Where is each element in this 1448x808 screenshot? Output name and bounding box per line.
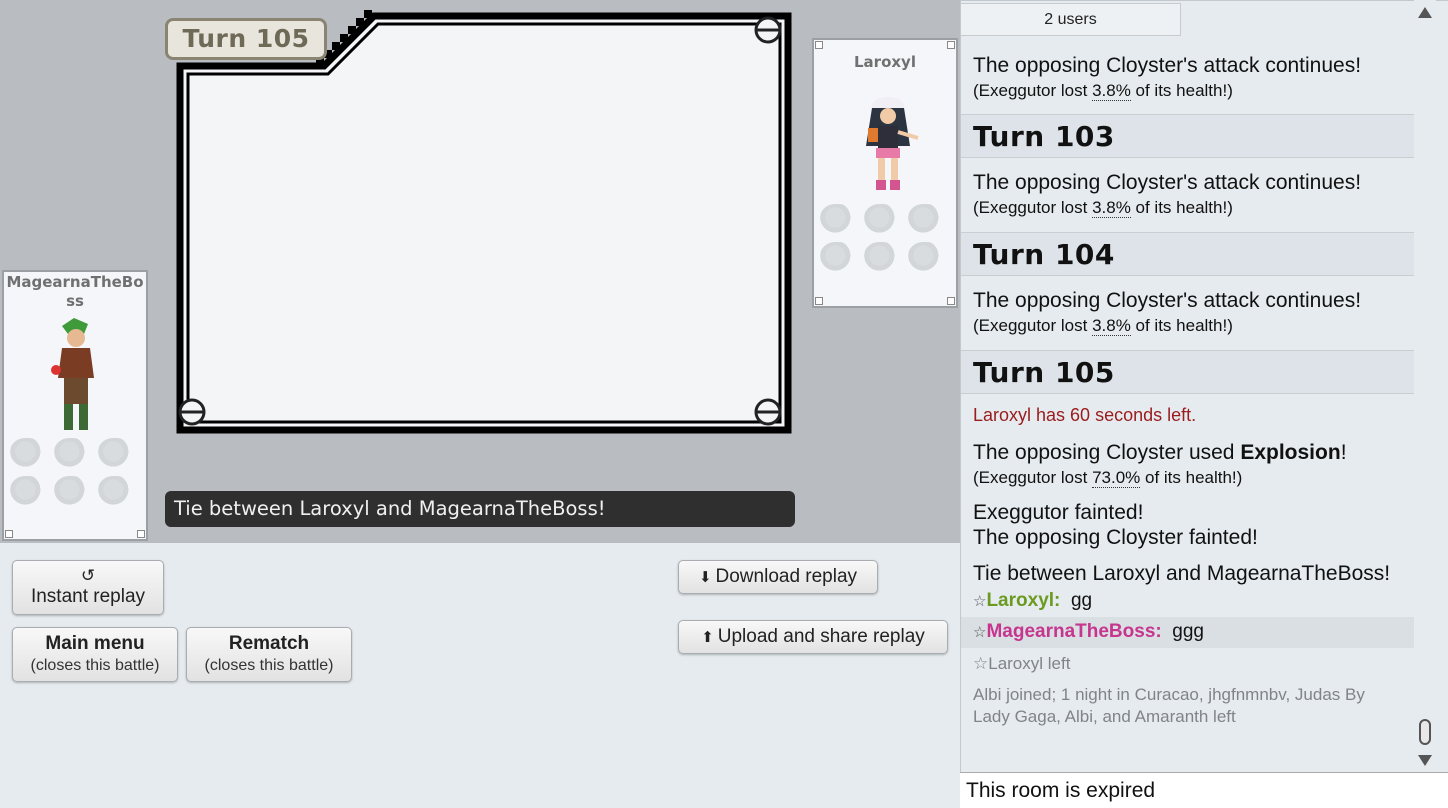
- turn-header: Turn 105: [961, 350, 1415, 394]
- room-expired-notice: This room is expired: [960, 772, 1448, 808]
- upload-replay-button[interactable]: ⬆ Upload and share replay: [678, 620, 948, 654]
- users-tab[interactable]: 2 users: [961, 3, 1181, 36]
- log-entry-result: Tie between Laroxyl and MagearnaTheBoss!: [973, 562, 1391, 585]
- chat-username[interactable]: MagearnaTheBoss:: [986, 621, 1161, 642]
- timer-message: Laroxyl has 60 seconds left.: [973, 405, 1197, 425]
- rematch-label: Rematch: [228, 633, 310, 654]
- instant-replay-label: Instant replay: [30, 586, 146, 607]
- upload-icon: ⬆: [701, 629, 714, 646]
- battle-log-panel[interactable]: 2 users The opposing Cloyster's attack c…: [960, 0, 1448, 772]
- trainer-name-right: Laroxyl: [854, 53, 916, 71]
- leave-notice: ☆Laroxyl left: [973, 654, 1071, 673]
- trainer-card-left[interactable]: MagearnaTheBoss: [2, 270, 148, 541]
- scroll-down-icon[interactable]: [1418, 755, 1432, 766]
- battle-room: Turn 105 MagearnaTheBoss Laroxyl Tie bet…: [0, 0, 1448, 808]
- rematch-note: (closes this battle): [204, 657, 334, 674]
- upload-replay-label: Upload and share replay: [717, 626, 925, 647]
- trainer-sprite-right: [866, 97, 919, 190]
- chat-message: ☆Laroxyl: gg: [973, 590, 1093, 611]
- log-entry: The opposing Cloyster's attack continues…: [973, 289, 1362, 336]
- rematch-button[interactable]: Rematch (closes this battle): [186, 627, 352, 682]
- instant-replay-button[interactable]: ↺ Instant replay: [12, 560, 164, 615]
- undo-icon: ↺: [80, 566, 96, 585]
- log-scrollbar[interactable]: [1414, 0, 1436, 772]
- scroll-up-icon[interactable]: [1418, 7, 1432, 18]
- damage-percent[interactable]: 3.8%: [1092, 198, 1131, 218]
- download-replay-button[interactable]: ⬇ Download replay: [678, 560, 878, 594]
- turn-indicator: Turn 105: [165, 18, 327, 60]
- download-replay-label: Download replay: [715, 566, 858, 587]
- main-menu-button[interactable]: Main menu (closes this battle): [12, 627, 178, 682]
- battle-message: Tie between Laroxyl and MagearnaTheBoss!: [165, 491, 795, 527]
- turn-header: Turn 104: [961, 232, 1415, 276]
- log-entry: The opposing Cloyster's attack continues…: [973, 171, 1362, 218]
- log-entry: The opposing Cloyster's attack continues…: [973, 54, 1362, 101]
- trainer-card-right[interactable]: Laroxyl: [812, 38, 958, 308]
- battle-frame: [176, 10, 792, 434]
- chat-message: ☆MagearnaTheBoss: ggg: [961, 617, 1415, 648]
- damage-percent[interactable]: 3.8%: [1092, 316, 1131, 336]
- turn-header: Turn 103: [961, 114, 1415, 158]
- trainer-name-left: MagearnaTheBoss: [6, 273, 144, 310]
- scroll-thumb[interactable]: [1419, 719, 1431, 745]
- log-entry: Exeggutor fainted! The opposing Cloyster…: [973, 501, 1258, 549]
- trainer-sprite-left: [51, 318, 94, 430]
- battle-panel: Turn 105 MagearnaTheBoss Laroxyl Tie bet…: [0, 0, 960, 543]
- chat-username[interactable]: Laroxyl:: [986, 590, 1060, 611]
- main-menu-note: (closes this battle): [30, 657, 160, 674]
- team-icons-left: [10, 438, 132, 506]
- join-leave-notice: Albi joined; 1 night in Curacao, jhgfnmn…: [973, 685, 1365, 726]
- team-icons-right: [820, 204, 942, 272]
- log-entry: The opposing Cloyster used Explosion! (E…: [973, 441, 1347, 488]
- damage-percent[interactable]: 3.8%: [1092, 81, 1131, 101]
- main-menu-label: Main menu: [45, 633, 145, 654]
- damage-percent[interactable]: 73.0%: [1092, 468, 1141, 488]
- download-icon: ⬇: [698, 569, 712, 586]
- battle-log: The opposing Cloyster's attack continues…: [961, 39, 1415, 728]
